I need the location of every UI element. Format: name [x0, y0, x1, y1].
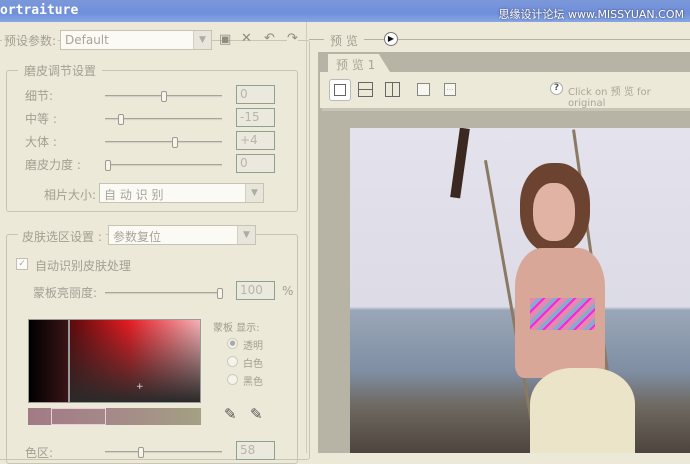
percent-label: % — [282, 284, 294, 298]
auto-skin-label: 自动识别皮肤处理 — [35, 259, 132, 273]
chevron-down-icon: ▼ — [245, 184, 263, 202]
mask-display-label: 蒙板 显示: — [213, 323, 260, 334]
undo-icon[interactable]: ↶ — [264, 31, 275, 46]
slider-value[interactable]: 0 — [236, 154, 275, 173]
preview-photo — [350, 128, 690, 453]
chevron-down-icon: ▼ — [193, 31, 211, 49]
play-icon[interactable]: ▶ — [384, 32, 398, 46]
smoothing-slider[interactable] — [105, 91, 222, 102]
bikini-top — [530, 298, 595, 330]
color-range-bar[interactable] — [28, 408, 201, 425]
mask-brightness-slider[interactable] — [105, 288, 223, 299]
radio-label: 透明 — [243, 341, 263, 352]
face — [533, 183, 575, 241]
slider-label: 磨皮力度 : — [25, 158, 81, 172]
range-selector[interactable] — [51, 408, 106, 425]
slider-thumb[interactable] — [161, 91, 167, 102]
slider-thumb[interactable] — [118, 114, 124, 125]
slider-value[interactable]: +4 — [236, 131, 275, 150]
single-view-button[interactable] — [329, 79, 351, 101]
new-preview-icon[interactable] — [417, 83, 430, 96]
preset-label: 预设参数: — [2, 32, 59, 49]
slider-value[interactable]: 0 — [236, 85, 275, 104]
radio-label: 黑色 — [243, 377, 263, 388]
split-horizontal-icon[interactable] — [358, 82, 373, 97]
preset-value: Default — [65, 33, 109, 47]
hue-strip[interactable] — [28, 319, 69, 403]
skin-preset-select[interactable]: 参数复位 ▼ — [108, 225, 256, 245]
slider-label: 大体 : — [25, 135, 57, 149]
radio-label: 白色 — [243, 359, 263, 370]
redo-icon[interactable]: ↷ — [287, 31, 298, 46]
hue-value[interactable]: 58 — [236, 441, 275, 460]
watermark: 思缘设计论坛 www.MISSYUAN.COM — [498, 8, 684, 21]
mask-display-radio[interactable] — [227, 356, 238, 367]
smoothing-slider[interactable] — [105, 114, 222, 125]
eyedropper-icon[interactable]: ✎ — [224, 405, 237, 423]
swing-post — [450, 128, 470, 199]
slider-thumb[interactable] — [105, 160, 111, 171]
delete-icon[interactable]: ✕ — [241, 31, 252, 46]
skin-preset-value: 参数复位 — [113, 230, 162, 244]
mask-brightness-label: 蒙板亮丽度: — [33, 286, 98, 300]
skin-title: 皮肤选区设置 : — [18, 228, 106, 245]
mask-brightness-value[interactable]: 100 — [236, 281, 275, 300]
preview-divider — [309, 39, 690, 40]
photo-size-value: 自 动 识 别 — [104, 188, 164, 202]
preview-hint: Click on 预 览 for original — [568, 87, 651, 109]
help-icon[interactable]: ? — [550, 82, 563, 95]
crosshair-icon: + — [136, 382, 144, 392]
color-picker-field[interactable]: + — [69, 319, 201, 403]
slider-label: 细节: — [25, 89, 54, 103]
window-title: ortraiture — [0, 3, 79, 18]
photo-size-select[interactable]: 自 动 识 别 ▼ — [99, 183, 264, 203]
skirt — [530, 368, 635, 453]
preset-select[interactable]: Default ▼ — [60, 30, 212, 50]
snapshot-icon[interactable]: … — [444, 83, 456, 96]
slider-thumb[interactable] — [217, 288, 223, 299]
eyedropper-add-icon[interactable]: ✎ — [250, 405, 263, 423]
smoothing-slider[interactable] — [105, 160, 222, 171]
save-icon[interactable]: ▣ — [219, 32, 231, 47]
split-vertical-icon[interactable] — [385, 82, 400, 97]
slider-label: 中等 : — [25, 112, 57, 126]
smoothing-title: 磨皮调节设置 — [18, 62, 103, 79]
mask-display-radio[interactable] — [227, 374, 238, 385]
preview-label: 预 览 — [324, 32, 364, 49]
mask-display-radio[interactable]: ● — [227, 338, 238, 349]
auto-skin-checkbox[interactable]: ✓ — [16, 258, 28, 270]
photo-size-label: 相片大小: — [44, 188, 97, 202]
single-view-icon — [334, 84, 346, 96]
slider-value[interactable]: -15 — [236, 108, 275, 127]
toolbar-separator — [322, 108, 690, 111]
smoothing-slider[interactable] — [105, 137, 222, 148]
slider-thumb[interactable] — [172, 137, 178, 148]
chevron-down-icon: ▼ — [237, 226, 255, 244]
